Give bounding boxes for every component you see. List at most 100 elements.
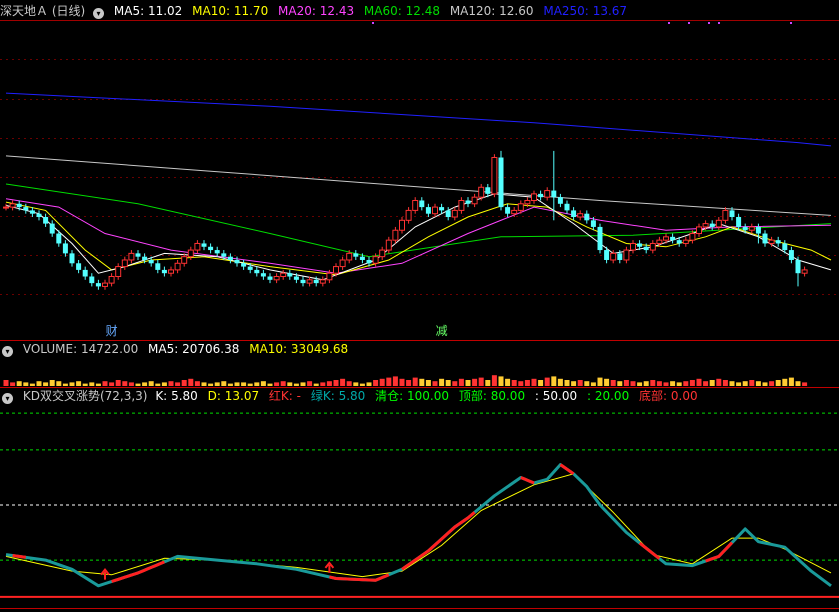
candle-body-down <box>788 250 794 260</box>
volume-bar <box>676 382 682 386</box>
volume-bar <box>775 380 781 386</box>
candle-body-down <box>425 207 431 214</box>
candle-body-down <box>287 273 293 277</box>
signal-dot <box>668 22 670 24</box>
ma10-line <box>5 201 832 276</box>
candle-body-up <box>663 236 669 241</box>
candle-body-up <box>478 186 485 198</box>
volume-bar <box>109 382 115 386</box>
volume-bar <box>452 381 458 386</box>
kd-panel-header: ▾ KD双交叉涨势(72,3,3) K: 5.80 D: 13.07 红K: -… <box>0 387 704 405</box>
candle-body-down <box>782 243 788 251</box>
candle-body-up <box>610 252 617 261</box>
volume-bar <box>386 377 392 386</box>
volume-bar <box>181 380 187 386</box>
candle-body-down <box>564 203 570 211</box>
volume-bar <box>274 382 280 386</box>
candle-body-down <box>505 207 511 214</box>
kd-k-red-segment <box>401 511 476 571</box>
volume-bar <box>491 375 497 386</box>
volume-bar <box>122 381 128 386</box>
candle-body-down <box>795 259 801 274</box>
candle-body-down <box>584 213 590 221</box>
volume-bar <box>736 382 742 386</box>
candle-body-down <box>676 240 682 244</box>
volume-bar <box>432 381 438 386</box>
volume-bar <box>419 378 425 386</box>
kd-bottom-legend: 底部: 0.00 <box>639 389 698 403</box>
candle-body-up <box>128 252 135 261</box>
volume-bar <box>307 381 313 386</box>
volume-bar <box>49 380 55 386</box>
candle-body-down <box>234 259 240 264</box>
candle-body-down <box>755 226 761 234</box>
volume-bar <box>373 380 379 386</box>
volume-bar <box>617 381 623 386</box>
candle-body-up <box>432 206 438 215</box>
volume-bar <box>630 381 636 386</box>
volume-bar <box>683 381 689 386</box>
volume-bar <box>716 378 722 386</box>
ma20-legend: MA20: 12.43 <box>278 4 355 18</box>
volume-bar <box>590 382 596 386</box>
volume-bar <box>458 378 464 386</box>
candle-body-up <box>412 199 419 211</box>
kd-k-red-segment <box>638 541 661 560</box>
volume-bar <box>399 378 405 386</box>
candle-body-down <box>76 263 82 270</box>
volume-bar <box>802 382 808 386</box>
volume-bar <box>557 378 563 386</box>
candle-body-up <box>399 219 405 231</box>
volume-bar <box>168 381 174 386</box>
volume-bar <box>439 378 445 386</box>
volume-bar <box>10 382 16 386</box>
volume-panel-dropdown-icon[interactable]: ▾ <box>2 346 13 357</box>
candle-body-up <box>273 276 280 281</box>
stock-name[interactable]: 深天地Ａ (日线) <box>0 4 89 18</box>
volume-bar <box>406 380 412 386</box>
kd-low-legend: : 20.00 <box>586 389 630 403</box>
volume-bar <box>379 378 385 386</box>
financial-report-marker[interactable]: 财 <box>106 324 118 338</box>
volume-bar <box>788 377 794 386</box>
candle-body-down <box>155 263 161 270</box>
candle-body-up <box>531 193 537 201</box>
candle-body-up <box>801 269 808 274</box>
signal-dot <box>372 22 374 24</box>
candle-body-up <box>696 226 702 235</box>
volume-bar <box>359 383 365 386</box>
chart-canvas[interactable] <box>0 0 839 612</box>
price-panel-header: 深天地Ａ (日线) ▾ MA5: 11.02 MA10: 11.70 MA20:… <box>0 2 633 20</box>
volume-bar <box>742 381 748 386</box>
signal-dot <box>718 22 720 24</box>
candle-body-up <box>9 203 16 208</box>
candle-body-down <box>29 210 35 214</box>
volume-bar <box>214 382 220 386</box>
volume-bar <box>584 381 590 386</box>
kd-panel-dropdown-icon[interactable]: ▾ <box>2 393 13 404</box>
volume-bar <box>478 377 484 386</box>
candle-body-up <box>385 239 392 251</box>
volume-bar <box>604 378 610 386</box>
candle-body-down <box>95 283 101 287</box>
volume-bar <box>175 382 181 386</box>
volume-bar <box>577 380 583 386</box>
ma60-line <box>5 183 832 258</box>
candle-body-down <box>353 253 359 257</box>
kd-k-red-segment <box>705 541 734 563</box>
candle-body-down <box>247 266 253 270</box>
candle-body-down <box>69 253 75 264</box>
candle-body-down <box>551 190 557 198</box>
price-panel-dropdown-icon[interactable]: ▾ <box>93 8 105 19</box>
candle-body-up <box>115 266 122 278</box>
volume-bar <box>425 380 431 386</box>
volume-bar <box>749 380 755 386</box>
candle-body-down <box>465 200 471 204</box>
volume-panel-header: ▾ VOLUME: 14722.00 MA5: 20706.38 MA10: 3… <box>0 340 354 358</box>
volume-bar <box>485 380 491 386</box>
candle-body-up <box>722 209 729 221</box>
share-reduction-marker[interactable]: 减 <box>436 324 448 338</box>
candle-body-up <box>630 242 636 251</box>
candle-body-down <box>736 217 742 227</box>
kd-red-k-legend: 红K: - <box>268 389 302 403</box>
